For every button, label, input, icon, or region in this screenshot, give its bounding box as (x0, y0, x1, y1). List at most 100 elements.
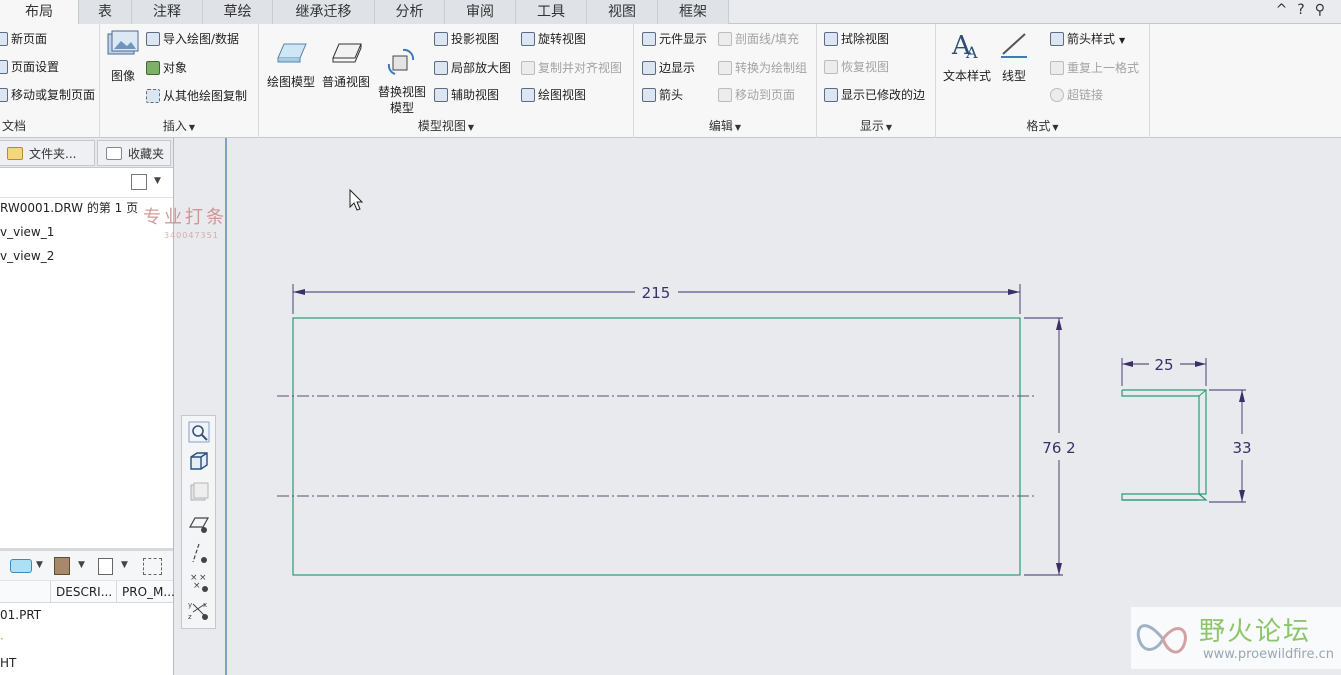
search-icon[interactable]: ⚲ (1315, 2, 1335, 18)
tab-sketch[interactable]: 草绘 (203, 0, 273, 24)
edge-display-button[interactable]: 边显示 (642, 57, 695, 79)
drawing-canvas[interactable]: 215 76 2 25 33 (175, 138, 1341, 675)
import-drawing-data-button[interactable]: 导入绘图/数据 (146, 28, 239, 50)
tab-layout[interactable]: 布局 (0, 0, 79, 25)
tree-item-view-1[interactable]: v_view_1 (0, 222, 54, 242)
dimension-section-height-text[interactable]: 33 (1232, 439, 1251, 457)
erase-view-icon (824, 32, 838, 46)
datum-axis-display-icon[interactable] (187, 542, 211, 566)
tab-table[interactable]: 表 (79, 0, 132, 24)
tab-frame[interactable]: 框架 (658, 0, 729, 24)
hatch-fill-button[interactable]: 剖面线/填充 (718, 28, 799, 50)
group-label-display[interactable]: 显示 ▼ (817, 118, 935, 134)
image-button[interactable]: 图像 (106, 30, 140, 84)
repeat-last-format-button[interactable]: 重复上一格式 (1050, 57, 1139, 79)
detailed-view-button[interactable]: 局部放大图 (434, 57, 511, 79)
ribbon: 新页面 页面设置 移动或复制页面 文档 图像 导入绘图/数据 对象 从其他绘图复… (0, 24, 1341, 138)
group-document: 新页面 页面设置 移动或复制页面 文档 (0, 24, 100, 138)
tree-item-feature[interactable]: · (0, 629, 4, 649)
new-page-icon (0, 32, 8, 46)
move-copy-page-button[interactable]: 移动或复制页面 (0, 84, 95, 106)
side-view-profile[interactable] (1121, 389, 1208, 501)
erase-view-button[interactable]: 拭除视图 (824, 28, 889, 50)
hyperlink-button[interactable]: 超链接 (1050, 84, 1103, 106)
chevron-down-icon: ▼ (188, 123, 196, 132)
tab-folder-browser[interactable]: 文件夹... (0, 140, 95, 166)
zoom-icon[interactable] (187, 420, 211, 444)
tree-toolbar: ▼ (0, 168, 173, 198)
tab-review[interactable]: 审阅 (445, 0, 516, 24)
convert-draft-group-button[interactable]: 转换为绘制组 (718, 57, 807, 79)
window-controls: ^?⚲ (1276, 2, 1335, 18)
tab-analysis[interactable]: 分析 (375, 0, 445, 24)
resume-view-icon (824, 60, 838, 74)
text-style-button[interactable]: AA 文本样式 (940, 30, 994, 84)
display-icon[interactable] (10, 559, 32, 573)
group-label-model-view[interactable]: 模型视图 ▼ (259, 118, 633, 134)
chevron-down-icon[interactable]: ▼ (154, 176, 161, 186)
mouse-cursor-icon (349, 188, 364, 211)
chevron-down-icon[interactable]: ▼ (78, 560, 85, 570)
resume-view-button[interactable]: 恢复视图 (824, 56, 889, 78)
new-page-button[interactable]: 新页面 (0, 28, 47, 50)
auxiliary-view-button[interactable]: 辅助视图 (434, 84, 499, 106)
panel-tabs: 文件夹... 收藏夹 (0, 138, 173, 168)
group-label-format[interactable]: 格式 ▼ (936, 118, 1149, 134)
move-to-page-button[interactable]: 移动到页面 (718, 84, 795, 106)
dimension-height-text[interactable]: 76 2 (1042, 439, 1075, 457)
tab-view[interactable]: 视图 (587, 0, 658, 24)
tab-tools[interactable]: 工具 (516, 0, 587, 24)
group-label-insert[interactable]: 插入 ▼ (100, 118, 258, 134)
help-icon[interactable]: ? (1297, 2, 1314, 18)
coordinate-system-display-icon[interactable]: y xz (187, 598, 211, 622)
folder-icon (7, 147, 23, 160)
tree-item-view-2[interactable]: v_view_2 (0, 246, 54, 266)
favorites-icon (106, 147, 122, 160)
arrow-button[interactable]: 箭头 (642, 84, 683, 106)
general-view-button[interactable]: 普通视图 (321, 36, 371, 90)
tree-item-drawing-sheet[interactable]: RW0001.DRW 的第 1 页 (0, 198, 138, 218)
column-description[interactable]: DESCRI... (50, 581, 116, 603)
settings-list-icon[interactable] (98, 558, 113, 575)
object-button[interactable]: 对象 (146, 57, 187, 79)
tab-legacy-migration[interactable]: 继承迁移 (273, 0, 375, 24)
chevron-down-icon[interactable]: ▼ (36, 560, 43, 570)
tree-item-part[interactable]: 01.PRT (0, 605, 41, 625)
dimension-width-text[interactable]: 215 (642, 284, 671, 302)
drawing-view-button[interactable]: 绘图视图 (521, 84, 586, 106)
forum-watermark: 野火论坛 www.proewildfire.cn (1131, 607, 1341, 669)
chevron-down-icon: ▼ (1052, 123, 1059, 132)
saved-views-icon[interactable] (187, 480, 211, 504)
tools-icon[interactable] (54, 557, 70, 575)
tab-annotate[interactable]: 注释 (132, 0, 203, 24)
view-cube-icon[interactable] (187, 449, 211, 473)
watermark-stamp: 专业打条 (143, 207, 227, 228)
chevron-down-icon[interactable]: ▼ (121, 560, 128, 570)
group-format: AA 文本样式 线型 箭头样式 ▼ 重复上一格式 超链接 格式 ▼ (936, 24, 1150, 138)
move-page-icon (0, 88, 8, 102)
arrow-style-button[interactable]: 箭头样式 ▼ (1050, 28, 1125, 50)
copy-from-other-drawing-button[interactable]: 从其他绘图复制 (146, 85, 247, 107)
minimize-ribbon-icon[interactable]: ^ (1276, 2, 1298, 18)
page-setup-icon (0, 60, 8, 74)
tab-favorites[interactable]: 收藏夹 (97, 140, 171, 166)
revolved-view-button[interactable]: 旋转视图 (521, 28, 586, 50)
column-pro-mp[interactable]: PRO_M... (116, 581, 175, 603)
tree-settings-icon[interactable] (131, 174, 147, 190)
copy-align-view-button[interactable]: 复制并对齐视图 (521, 57, 622, 79)
datum-plane-display-icon[interactable] (187, 512, 211, 536)
replace-view-model-button[interactable]: 替换视图 模型 (375, 30, 429, 132)
projection-view-button[interactable]: 投影视图 (434, 28, 499, 50)
show-modified-edges-button[interactable]: 显示已修改的边 (824, 84, 925, 106)
component-display-button[interactable]: 元件显示 (642, 28, 707, 50)
line-style-button[interactable]: 线型 (996, 30, 1032, 84)
main-view-outline[interactable] (292, 317, 1021, 576)
dimension-flange-text[interactable]: 25 (1154, 356, 1173, 374)
import-icon (146, 32, 160, 46)
drawing-model-button[interactable]: 绘图模型 (263, 36, 319, 90)
page-setup-button[interactable]: 页面设置 (0, 56, 59, 78)
filter-icon[interactable] (143, 558, 162, 575)
datum-point-display-icon[interactable]: × ×× (187, 570, 211, 594)
tree-item-weight[interactable]: HT (0, 653, 16, 673)
group-label-edit[interactable]: 编辑 ▼ (634, 118, 816, 134)
